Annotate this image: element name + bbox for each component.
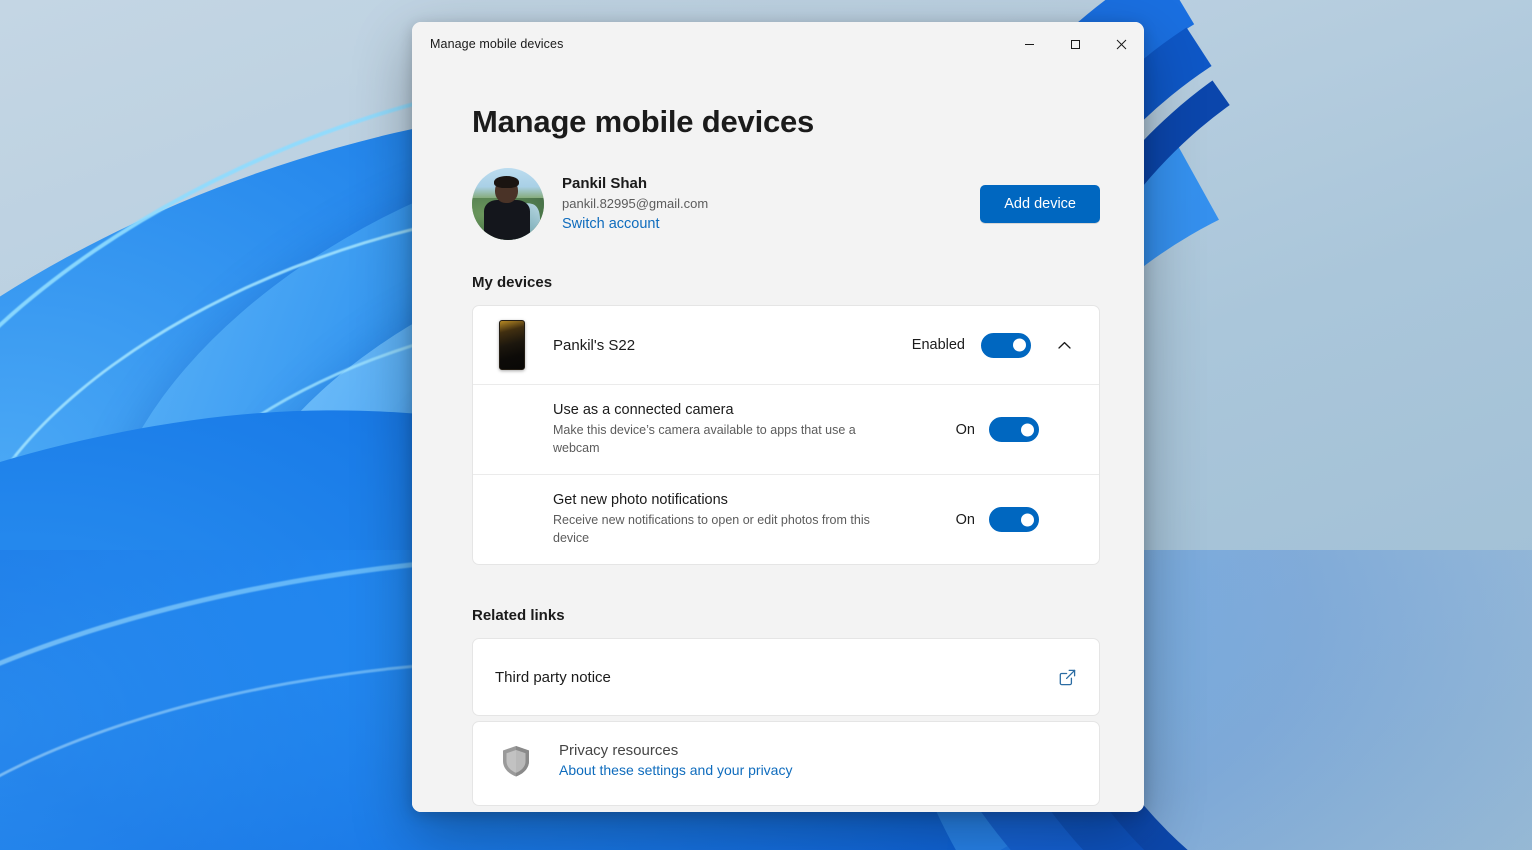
phone-icon (499, 320, 525, 370)
setting-text: Get new photo notifications Receive new … (553, 492, 883, 547)
shield-icon (501, 744, 531, 783)
account-details: Pankil Shah pankil.82995@gmail.com Switc… (562, 174, 708, 233)
close-button[interactable] (1098, 22, 1144, 66)
third-party-notice-row[interactable]: Third party notice (473, 639, 1099, 715)
setting-text: Use as a connected camera Make this devi… (553, 402, 883, 457)
page-title: Manage mobile devices (472, 104, 1100, 140)
setting-controls: On (956, 417, 1081, 442)
my-devices-heading: My devices (472, 274, 1100, 291)
account-email: pankil.82995@gmail.com (562, 196, 708, 213)
third-party-notice-card[interactable]: Third party notice (472, 638, 1100, 716)
privacy-settings-link[interactable]: About these settings and your privacy (559, 762, 792, 778)
avatar[interactable] (472, 168, 544, 240)
setting-title: Use as a connected camera (553, 402, 883, 418)
manage-mobile-devices-window: Manage mobile devices Manage mobile devi… (412, 22, 1144, 812)
account-row: Pankil Shah pankil.82995@gmail.com Switc… (472, 168, 1100, 240)
add-device-button[interactable]: Add device (980, 185, 1100, 223)
setting-description: Receive new notifications to open or edi… (553, 511, 883, 547)
switch-account-link[interactable]: Switch account (562, 215, 708, 234)
chevron-up-icon (1058, 341, 1071, 350)
window-title: Manage mobile devices (430, 37, 563, 51)
title-bar: Manage mobile devices (412, 22, 1144, 66)
account-name: Pankil Shah (562, 174, 708, 193)
open-in-new-window-icon[interactable] (1058, 668, 1077, 687)
privacy-resources-row: Privacy resources About these settings a… (473, 722, 1099, 805)
setting-state-label: On (956, 512, 975, 528)
setting-controls: On (956, 507, 1081, 532)
setting-title: Get new photo notifications (553, 492, 883, 508)
privacy-resources-card: Privacy resources About these settings a… (472, 721, 1100, 806)
device-enabled-toggle[interactable] (981, 333, 1031, 358)
collapse-device-button[interactable] (1047, 328, 1081, 362)
setting-row-connected-camera: Use as a connected camera Make this devi… (473, 384, 1099, 474)
page-content: Manage mobile devices Pankil Shah pankil… (412, 104, 1144, 806)
photo-notifications-toggle[interactable] (989, 507, 1039, 532)
avatar-person-hair (494, 176, 519, 188)
related-links-heading: Related links (472, 607, 1100, 624)
device-header-controls: Enabled (912, 328, 1081, 362)
toggle-knob (1021, 513, 1034, 526)
device-state-label: Enabled (912, 337, 965, 353)
privacy-resources-text: Privacy resources About these settings a… (559, 742, 792, 778)
setting-description: Make this device’s camera available to a… (553, 421, 883, 457)
device-card: Pankil's S22 Enabled (472, 305, 1100, 565)
connected-camera-toggle[interactable] (989, 417, 1039, 442)
device-header-row[interactable]: Pankil's S22 Enabled (473, 306, 1099, 384)
desktop-wallpaper: Manage mobile devices Manage mobile devi… (0, 0, 1532, 850)
device-name: Pankil's S22 (553, 337, 635, 354)
minimize-button[interactable] (1006, 22, 1052, 66)
third-party-notice-label: Third party notice (495, 669, 611, 686)
privacy-resources-title: Privacy resources (559, 742, 792, 759)
toggle-knob (1021, 423, 1034, 436)
maximize-button[interactable] (1052, 22, 1098, 66)
toggle-knob (1013, 339, 1026, 352)
setting-row-photo-notifications: Get new photo notifications Receive new … (473, 474, 1099, 564)
setting-state-label: On (956, 422, 975, 438)
window-caption-buttons (1006, 22, 1144, 66)
scroll-viewport[interactable]: Manage mobile devices Pankil Shah pankil… (412, 66, 1144, 812)
avatar-person-body (484, 200, 530, 240)
